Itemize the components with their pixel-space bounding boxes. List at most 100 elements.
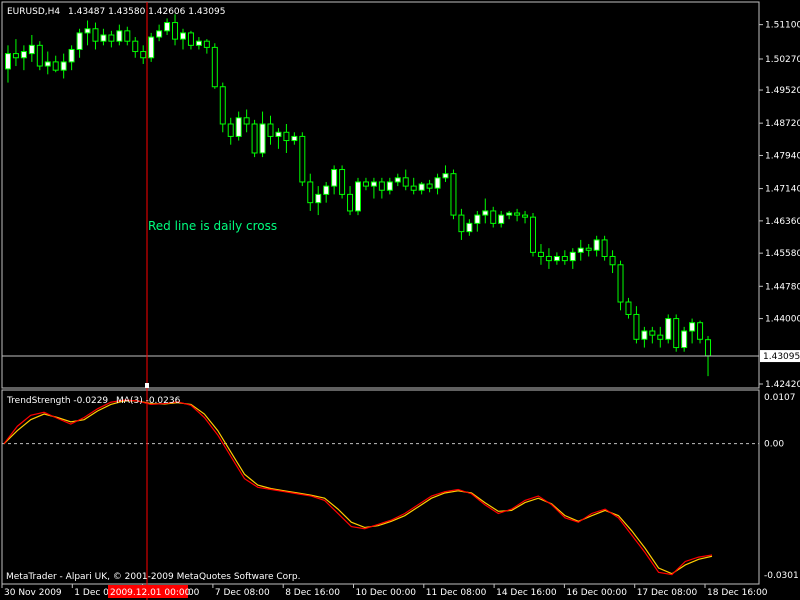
time-tick-label: 8 Dec 16:00	[285, 588, 340, 598]
ma-title: MA(3) -0.0236	[116, 396, 181, 406]
bear-candle	[203, 40, 210, 48]
bear-candle	[36, 44, 43, 67]
copyright-footer: MetaTrader - Alpari UK, © 2001-2009 Meta…	[6, 572, 300, 582]
bull-candle	[506, 212, 513, 216]
trendstrength-title: TrendStrength -0.0229	[6, 396, 108, 406]
price-tick-label: 1.44780	[765, 282, 800, 292]
bear-candle	[172, 22, 179, 40]
price-tick-label: 1.45580	[765, 249, 800, 259]
bear-candle	[378, 181, 385, 191]
bear-candle	[649, 330, 656, 336]
time-tick-label: 14 Dec 16:00	[496, 588, 557, 598]
bear-candle	[617, 264, 624, 303]
bull-candle	[84, 28, 91, 34]
bear-candle	[514, 212, 521, 216]
bull-candle	[291, 135, 298, 142]
bull-candle	[195, 40, 202, 46]
bid-label: 1.43095	[763, 352, 800, 362]
bull-candle	[482, 210, 489, 216]
bull-candle	[76, 32, 83, 50]
price-tick-label: 1.48720	[765, 119, 800, 129]
bear-candle	[705, 339, 712, 357]
bear-candle	[673, 318, 680, 349]
bull-candle	[100, 34, 107, 42]
bear-candle	[697, 322, 704, 340]
price-tick-label: 1.46360	[765, 217, 800, 227]
metatrader-chart: 1.51100 1.50270 1.49520 1.48720 1.47940 1.471…	[0, 0, 800, 600]
time-tick-label: 17 Dec 08:00	[637, 588, 698, 598]
price-tick-label: 1.42420	[765, 380, 800, 390]
bull-candle	[474, 214, 481, 224]
bear-candle	[299, 135, 306, 183]
price-tick-label: 1.44000	[765, 315, 800, 325]
bear-candle	[219, 86, 226, 125]
bull-candle	[681, 330, 688, 349]
bear-candle	[92, 28, 99, 42]
bear-candle	[561, 255, 568, 262]
bull-candle	[498, 214, 505, 224]
bull-candle	[323, 185, 330, 195]
indicator-title: TrendStrength -0.0229 MA(3) -0.0236	[6, 396, 181, 406]
bear-candle	[402, 177, 409, 187]
bull-candle	[394, 177, 401, 183]
bear-candle	[12, 53, 19, 59]
bull-candle	[418, 183, 425, 191]
bear-candle	[530, 216, 537, 253]
time-tick-label: 11 Dec 08:00	[426, 588, 487, 598]
time-tick-label: 10 Dec 00:00	[356, 588, 417, 598]
bear-candle	[243, 117, 250, 125]
bull-candle	[275, 131, 282, 137]
bull-candle	[68, 48, 75, 63]
time-tick-label: 30 Nov 2009	[4, 588, 62, 598]
bear-candle	[585, 247, 592, 251]
bear-candle	[490, 210, 497, 224]
bull-candle	[60, 61, 67, 71]
bear-candle	[545, 255, 552, 262]
bull-candle	[442, 173, 449, 179]
indicator-tick-label: 0.00	[764, 440, 784, 450]
bear-candle	[251, 123, 258, 154]
bear-candle	[362, 181, 369, 187]
bull-candle	[156, 30, 163, 38]
symbol-label: EURUSD,H4 1.43487 1.43580 1.42606 1.4309…	[7, 7, 225, 17]
bear-candle	[307, 181, 314, 204]
symbol-text: EURUSD,H4	[7, 7, 60, 17]
bull-candle	[235, 117, 242, 137]
ohlc-text: 1.43487 1.43580 1.42606 1.43095	[68, 7, 225, 17]
bear-candle	[537, 251, 544, 257]
chart-background	[0, 0, 800, 600]
bull-candle	[386, 181, 393, 191]
bull-candle	[355, 181, 361, 212]
bull-candle	[577, 247, 584, 253]
price-tick-label: 1.50270	[765, 55, 800, 65]
price-tick-label: 1.47140	[765, 185, 800, 195]
bear-candle	[657, 334, 664, 340]
bull-candle	[434, 177, 441, 189]
bull-candle	[148, 36, 155, 59]
bull-candle	[466, 222, 473, 233]
bull-candle	[179, 32, 186, 40]
bear-candle	[140, 51, 147, 59]
bull-candle	[44, 61, 51, 67]
indicator-tick-label: -0.0301	[764, 571, 799, 581]
time-tick-label: 18 Dec 16:00	[707, 588, 768, 598]
bear-candle	[609, 255, 616, 266]
indicator-tick-label: 0.0107	[764, 393, 796, 403]
bear-candle	[52, 61, 59, 71]
bull-candle	[569, 251, 576, 262]
bull-candle	[259, 123, 266, 154]
cursor-time-label: 2009.12.01 00:00	[110, 588, 191, 598]
bear-candle	[601, 239, 608, 257]
bear-candle	[522, 214, 529, 218]
bull-candle	[20, 51, 27, 59]
bear-candle	[267, 123, 274, 137]
bear-candle	[124, 30, 131, 42]
bear-candle	[283, 131, 290, 142]
bull-candle	[331, 169, 338, 187]
bear-candle	[633, 313, 640, 340]
bear-candle	[450, 173, 457, 216]
bear-candle	[426, 183, 433, 189]
bull-candle	[553, 255, 560, 262]
bear-candle	[108, 34, 115, 42]
bear-candle	[410, 185, 417, 191]
